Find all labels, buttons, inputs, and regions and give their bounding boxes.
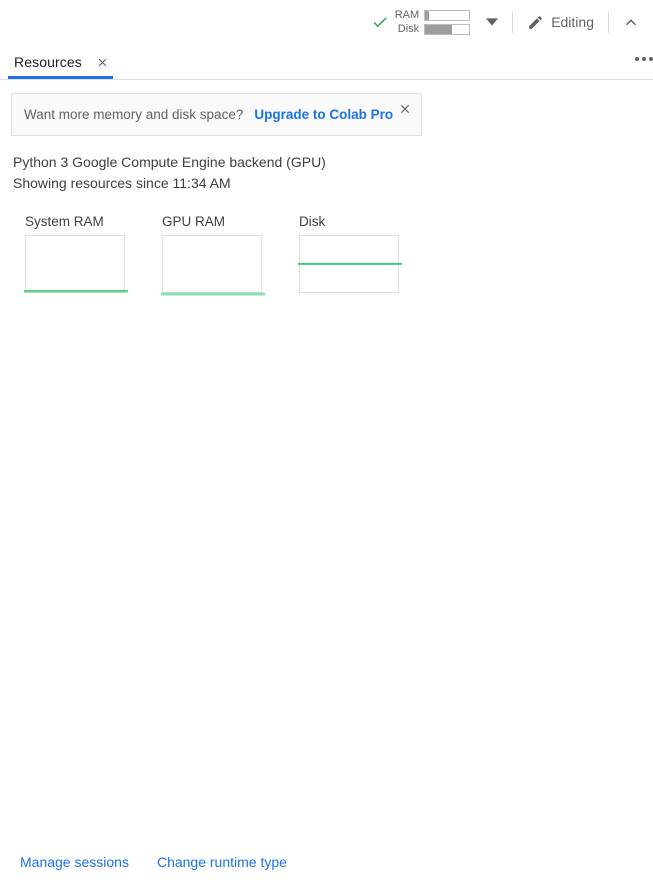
chart-disk-title: Disk bbox=[299, 214, 326, 229]
resource-charts: System RAM GPU RAM Disk bbox=[24, 214, 653, 296]
upgrade-banner-text: Want more memory and disk space? bbox=[24, 107, 244, 122]
more-horizontal-icon[interactable] bbox=[631, 53, 653, 65]
tab-active-indicator bbox=[8, 76, 113, 79]
disk-label: Disk bbox=[397, 23, 420, 35]
chart-system-ram-line bbox=[24, 289, 128, 293]
chart-gpu-ram: GPU RAM bbox=[161, 214, 265, 296]
disk-usage-bar bbox=[424, 23, 471, 35]
resource-bars bbox=[424, 9, 471, 35]
upgrade-banner: Want more memory and disk space? Upgrade… bbox=[11, 93, 422, 136]
editing-label: Editing bbox=[551, 14, 594, 30]
chart-disk: Disk bbox=[298, 214, 402, 293]
upgrade-to-colab-pro-link[interactable]: Upgrade to Colab Pro bbox=[254, 107, 393, 122]
green-check-icon bbox=[369, 11, 391, 33]
ram-usage-bar bbox=[424, 9, 471, 21]
toolbar-divider-2 bbox=[608, 11, 609, 33]
chart-disk-line bbox=[298, 262, 402, 265]
pencil-icon bbox=[527, 14, 544, 31]
chevron-up-icon[interactable] bbox=[615, 6, 647, 38]
chart-gpu-ram-line bbox=[161, 292, 265, 296]
chart-disk-plot bbox=[298, 235, 402, 293]
resource-labels: RAM Disk bbox=[395, 8, 419, 36]
more-dot-1 bbox=[635, 57, 639, 61]
tab-resources[interactable]: Resources bbox=[8, 45, 118, 79]
chart-gpu-ram-plot bbox=[161, 235, 265, 296]
toolbar-divider-1 bbox=[512, 11, 514, 33]
change-runtime-type-link[interactable]: Change runtime type bbox=[157, 854, 287, 870]
runtime-info: Python 3 Google Compute Engine backend (… bbox=[13, 152, 653, 194]
resources-since-text: Showing resources since 11:34 AM bbox=[13, 175, 231, 191]
more-dot-3 bbox=[649, 57, 653, 61]
ram-label: RAM bbox=[394, 9, 420, 21]
chart-gpu-ram-title: GPU RAM bbox=[162, 214, 226, 229]
disk-usage-fill bbox=[425, 24, 452, 34]
editing-mode-button[interactable]: Editing bbox=[519, 6, 602, 38]
footer-links: Manage sessions Change runtime type bbox=[0, 854, 653, 870]
close-icon[interactable] bbox=[92, 51, 114, 73]
chart-system-ram-title: System RAM bbox=[25, 214, 104, 229]
top-toolbar: RAM Disk Editing bbox=[0, 0, 653, 44]
ram-usage-fill bbox=[425, 10, 430, 20]
chevron-down-icon[interactable] bbox=[478, 6, 506, 38]
chart-system-ram: System RAM bbox=[24, 214, 128, 293]
tab-bar: Resources bbox=[0, 44, 653, 80]
backend-description: Python 3 Google Compute Engine backend (… bbox=[13, 154, 326, 170]
close-icon[interactable] bbox=[394, 98, 416, 120]
tab-resources-label: Resources bbox=[14, 54, 82, 70]
resource-status-indicator[interactable]: RAM Disk bbox=[367, 6, 472, 38]
more-dot-2 bbox=[642, 57, 646, 61]
manage-sessions-link[interactable]: Manage sessions bbox=[20, 854, 129, 870]
chart-system-ram-plot bbox=[24, 235, 128, 293]
